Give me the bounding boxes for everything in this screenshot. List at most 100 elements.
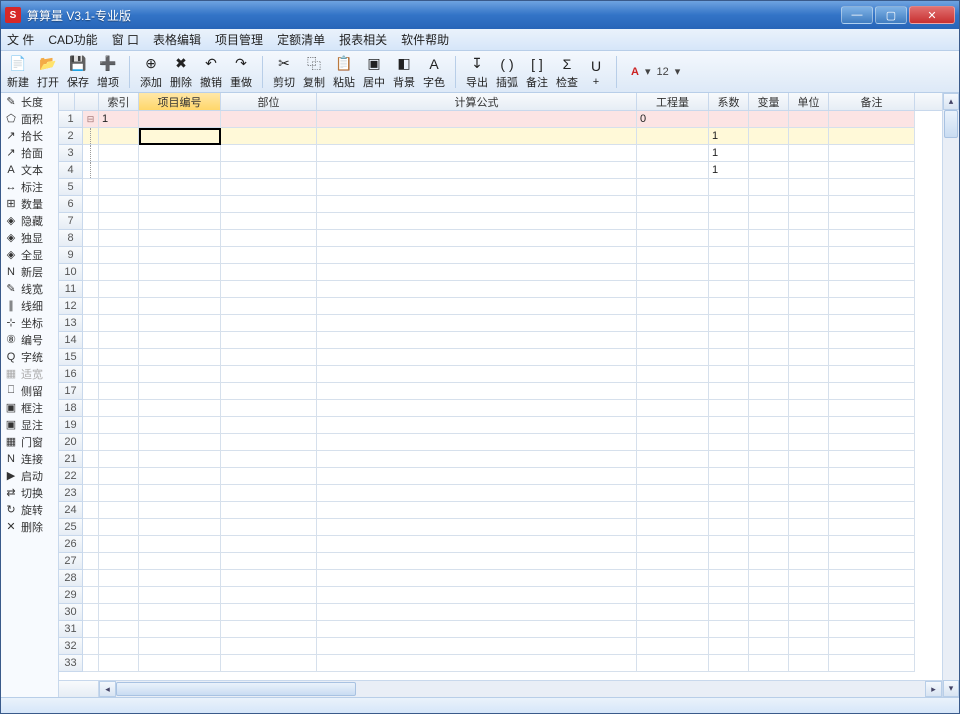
cell-unit[interactable]: [789, 332, 829, 349]
tree-collapse-icon[interactable]: ⊟: [83, 111, 99, 128]
cell-part[interactable]: [221, 502, 317, 519]
cell-code[interactable]: [139, 536, 221, 553]
cell-amount[interactable]: [637, 281, 709, 298]
cell-amount[interactable]: [637, 587, 709, 604]
cell-var[interactable]: [749, 468, 789, 485]
cell-unit[interactable]: [789, 315, 829, 332]
scroll-down-icon[interactable]: ▾: [943, 680, 959, 697]
cell-amount[interactable]: [637, 536, 709, 553]
column-header-part[interactable]: 部位: [221, 93, 317, 110]
cell-amount[interactable]: [637, 298, 709, 315]
cell-remark[interactable]: [829, 383, 915, 400]
cell-coef[interactable]: 1: [709, 145, 749, 162]
sidebar-item-门窗[interactable]: ▦门窗: [1, 433, 58, 450]
cell-remark[interactable]: [829, 468, 915, 485]
column-header-var[interactable]: 变量: [749, 93, 789, 110]
row-number[interactable]: 19: [59, 417, 83, 434]
cell-amount[interactable]: [637, 213, 709, 230]
row-number[interactable]: 17: [59, 383, 83, 400]
cell-var[interactable]: [749, 604, 789, 621]
cell-formula[interactable]: [317, 451, 637, 468]
cell-var[interactable]: [749, 230, 789, 247]
cell-coef[interactable]: [709, 349, 749, 366]
cell-code[interactable]: [139, 213, 221, 230]
cell-remark[interactable]: [829, 264, 915, 281]
cell-index[interactable]: [99, 383, 139, 400]
cell-remark[interactable]: [829, 553, 915, 570]
menu-item-4[interactable]: 项目管理: [215, 31, 263, 48]
cell-index[interactable]: 1: [99, 111, 139, 128]
cell-amount[interactable]: [637, 434, 709, 451]
cell-unit[interactable]: [789, 451, 829, 468]
column-header-formula[interactable]: 计算公式: [317, 93, 637, 110]
vscroll-track[interactable]: [943, 110, 959, 680]
cell-unit[interactable]: [789, 230, 829, 247]
cell-formula[interactable]: [317, 519, 637, 536]
cell-remark[interactable]: [829, 315, 915, 332]
sidebar-item-独显[interactable]: ◈独显: [1, 229, 58, 246]
cell-remark[interactable]: [829, 655, 915, 672]
scroll-left-icon[interactable]: ◂: [99, 681, 116, 697]
cell-coef[interactable]: [709, 179, 749, 196]
cell-formula[interactable]: [317, 655, 637, 672]
cell-code[interactable]: [139, 162, 221, 179]
minimize-button[interactable]: —: [841, 6, 873, 24]
cell-amount[interactable]: [637, 230, 709, 247]
cell-var[interactable]: [749, 128, 789, 145]
row-number[interactable]: 23: [59, 485, 83, 502]
cell-formula[interactable]: [317, 485, 637, 502]
cell-var[interactable]: [749, 366, 789, 383]
cell-coef[interactable]: [709, 315, 749, 332]
cell-unit[interactable]: [789, 587, 829, 604]
cell-part[interactable]: [221, 485, 317, 502]
cell-part[interactable]: [221, 434, 317, 451]
cell-var[interactable]: [749, 162, 789, 179]
sidebar-item-全显[interactable]: ◈全显: [1, 246, 58, 263]
cell-unit[interactable]: [789, 417, 829, 434]
row-number[interactable]: 26: [59, 536, 83, 553]
cell-unit[interactable]: [789, 162, 829, 179]
row-number[interactable]: 27: [59, 553, 83, 570]
cell-part[interactable]: [221, 519, 317, 536]
toolbar-导出[interactable]: ↧导出: [464, 54, 490, 90]
cell-amount[interactable]: [637, 451, 709, 468]
menu-item-5[interactable]: 定额清单: [277, 31, 325, 48]
cell-part[interactable]: [221, 281, 317, 298]
sidebar-item-线细[interactable]: ∥线细: [1, 297, 58, 314]
cell-coef[interactable]: [709, 264, 749, 281]
cell-remark[interactable]: [829, 145, 915, 162]
menu-item-3[interactable]: 表格编辑: [153, 31, 201, 48]
cell-amount[interactable]: [637, 162, 709, 179]
cell-index[interactable]: [99, 315, 139, 332]
cell-code[interactable]: [139, 281, 221, 298]
row-number[interactable]: 16: [59, 366, 83, 383]
cell-part[interactable]: [221, 298, 317, 315]
cell-index[interactable]: [99, 145, 139, 162]
row-number[interactable]: 1: [59, 111, 83, 128]
cell-formula[interactable]: [317, 213, 637, 230]
cell-index[interactable]: [99, 264, 139, 281]
cell-formula[interactable]: [317, 349, 637, 366]
cell-var[interactable]: [749, 247, 789, 264]
row-number[interactable]: 21: [59, 451, 83, 468]
cell-unit[interactable]: [789, 247, 829, 264]
cell-unit[interactable]: [789, 570, 829, 587]
column-header-remark[interactable]: 备注: [829, 93, 915, 110]
cell-var[interactable]: [749, 179, 789, 196]
cell-amount[interactable]: [637, 502, 709, 519]
row-number[interactable]: 14: [59, 332, 83, 349]
cell-unit[interactable]: [789, 553, 829, 570]
sidebar-item-字统[interactable]: Q字统: [1, 348, 58, 365]
cell-index[interactable]: [99, 587, 139, 604]
toolbar-撤销[interactable]: ↶撤销: [198, 54, 224, 90]
cell-coef[interactable]: [709, 196, 749, 213]
cell-coef[interactable]: [709, 621, 749, 638]
cell-part[interactable]: [221, 315, 317, 332]
cell-coef[interactable]: [709, 587, 749, 604]
cell-index[interactable]: [99, 655, 139, 672]
cell-coef[interactable]: [709, 519, 749, 536]
cell-unit[interactable]: [789, 638, 829, 655]
sidebar-item-侧留[interactable]: ⎕侧留: [1, 382, 58, 399]
cell-amount[interactable]: [637, 400, 709, 417]
cell-var[interactable]: [749, 298, 789, 315]
